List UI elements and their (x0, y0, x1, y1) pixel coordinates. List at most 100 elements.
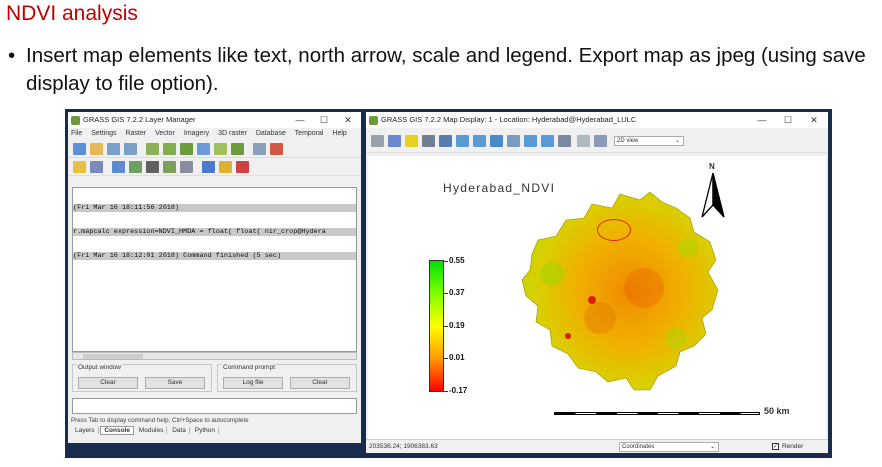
analyze-icon[interactable] (558, 135, 571, 147)
map-display-titlebar[interactable]: GRASS GIS 7.2.2 Map Display: 1 - Locatio… (366, 112, 828, 128)
coordinates-readout: 203536.24; 1906383.63 (369, 443, 438, 450)
load-workspace-icon[interactable] (107, 143, 120, 155)
python-icon[interactable] (202, 161, 215, 173)
view-mode-select[interactable]: 2D view ⌄ (614, 136, 684, 146)
minimize-icon[interactable]: — (750, 112, 774, 128)
bullet-text: • Insert map elements like text, north a… (8, 42, 880, 98)
workspace-icon[interactable] (90, 143, 103, 155)
statusbar-mode-select[interactable]: Coordinates ⌄ (619, 442, 719, 452)
duplicate-layer-icon[interactable] (253, 143, 266, 155)
pointer-icon[interactable] (388, 135, 401, 147)
vegetation-patch (540, 262, 564, 286)
remove-layer-icon[interactable] (270, 143, 283, 155)
screenshot: GRASS GIS 7.2.2 Layer Manager — ☐ ✕ File… (65, 109, 832, 458)
add-vector-icon[interactable] (180, 143, 193, 155)
add-map-elements-icon[interactable] (577, 135, 590, 147)
legend-tick (444, 391, 448, 392)
maximize-icon[interactable]: ☐ (312, 112, 336, 128)
pan-icon[interactable] (439, 135, 452, 147)
layer-manager-titlebar[interactable]: GRASS GIS 7.2.2 Layer Manager — ☐ ✕ (68, 112, 361, 128)
maximize-icon[interactable]: ☐ (776, 112, 800, 128)
ndvi-raster-map (521, 191, 719, 391)
tab-console[interactable]: Console (100, 426, 134, 435)
tab-layers[interactable]: Layers (72, 427, 99, 434)
menu-file[interactable]: File (71, 130, 82, 137)
menu-3d-raster[interactable]: 3D raster (218, 130, 247, 137)
output-save-button[interactable]: Save (145, 377, 205, 389)
legend-tick (444, 358, 448, 359)
close-icon[interactable]: ✕ (802, 112, 826, 128)
new-display-icon[interactable] (73, 143, 86, 155)
save-display-icon[interactable] (594, 135, 607, 147)
grass-logo-icon (369, 116, 378, 125)
grid-icon[interactable] (146, 161, 159, 173)
measure-icon[interactable] (422, 135, 435, 147)
legend-label: 0.19 (449, 321, 465, 330)
map-toolbar: 2D view ⌄ (366, 131, 828, 153)
command-input[interactable] (72, 398, 357, 414)
add-overlay-icon[interactable] (214, 143, 227, 155)
legend-color-bar (429, 260, 444, 392)
tab-data[interactable]: Data (169, 427, 190, 434)
layer-manager-tabs: Layers Console Modules Data Python (72, 425, 219, 436)
layout-icon[interactable] (163, 161, 176, 173)
georectify-icon[interactable] (112, 161, 125, 173)
render-map-icon[interactable] (371, 135, 384, 147)
menu-raster[interactable]: Raster (125, 130, 146, 137)
attribute-table-icon[interactable] (90, 161, 103, 173)
map-display-title: GRASS GIS 7.2.2 Map Display: 1 - Locatio… (381, 115, 637, 124)
legend-tick (444, 326, 448, 327)
save-workspace-icon[interactable] (124, 143, 137, 155)
map-display-window: GRASS GIS 7.2.2 Map Display: 1 - Locatio… (366, 112, 828, 453)
modeler-icon[interactable] (129, 161, 142, 173)
tab-modules[interactable]: Modules (135, 427, 168, 434)
zoom-in-icon[interactable] (456, 135, 469, 147)
legend-label: -0.17 (449, 386, 468, 395)
edit-icon[interactable] (73, 161, 86, 173)
menu-settings[interactable]: Settings (91, 130, 116, 137)
menu-help[interactable]: Help (332, 130, 346, 137)
output-clear-button[interactable]: Clear (78, 377, 138, 389)
console-line: r.mapcalc expression=NDVI_HMDA = float( … (73, 228, 356, 236)
menu-imagery[interactable]: Imagery (184, 130, 209, 137)
zoom-region-icon[interactable] (541, 135, 554, 147)
zoom-back-icon[interactable] (507, 135, 520, 147)
menu-vector[interactable]: Vector (155, 130, 175, 137)
render-checkbox[interactable]: ✓ (772, 443, 779, 450)
menu-database[interactable]: Database (256, 130, 286, 137)
tab-python[interactable]: Python (191, 427, 219, 434)
vegetation-patch (678, 238, 698, 258)
view-mode-value: 2D view (617, 138, 639, 144)
prompt-clear-button[interactable]: Clear (290, 377, 350, 389)
legend-label: 0.55 (449, 256, 465, 265)
log-file-button[interactable]: Log file (223, 377, 283, 389)
menu-temporal[interactable]: Temporal (295, 130, 324, 137)
map-canvas[interactable]: Hyderabad_NDVI N 0.55 0.37 0.19 0.01 -0.… (368, 156, 826, 439)
zoom-extent-icon[interactable] (490, 135, 503, 147)
bullet-marker: • (8, 44, 16, 67)
layer-manager-title: GRASS GIS 7.2.2 Layer Manager (83, 115, 196, 124)
console-line: (Fri Mar 16 18:11:56 2018) (73, 204, 356, 212)
scrollbar-thumb[interactable] (83, 354, 143, 359)
layer-manager-menubar: File Settings Raster Vector Imagery 3D r… (68, 128, 361, 140)
bullet-body: Insert map elements like text, north arr… (26, 44, 866, 95)
add-group-icon[interactable] (231, 143, 244, 155)
add-multiple-raster-icon[interactable] (163, 143, 176, 155)
script-icon[interactable] (180, 161, 193, 173)
add-multiple-vector-icon[interactable] (197, 143, 210, 155)
close-icon[interactable]: ✕ (336, 112, 360, 128)
add-raster-icon[interactable] (146, 143, 159, 155)
chevron-down-icon: ⌄ (709, 444, 715, 450)
scale-label: 50 km (764, 406, 790, 416)
minimize-icon[interactable]: — (288, 112, 312, 128)
console-scrollbar[interactable] (72, 352, 357, 360)
zoom-out-icon[interactable] (473, 135, 486, 147)
tools-toolbar (68, 159, 361, 176)
query-icon[interactable] (405, 135, 418, 147)
map-statusbar: 203536.24; 1906383.63 Coordinates ⌄ ✓ Ren… (366, 439, 828, 452)
help-icon[interactable] (236, 161, 249, 173)
legend-label: 0.37 (449, 288, 465, 297)
statusbar-mode-value: Coordinates (622, 444, 655, 450)
settings-icon[interactable] (219, 161, 232, 173)
zoom-options-icon[interactable] (524, 135, 537, 147)
